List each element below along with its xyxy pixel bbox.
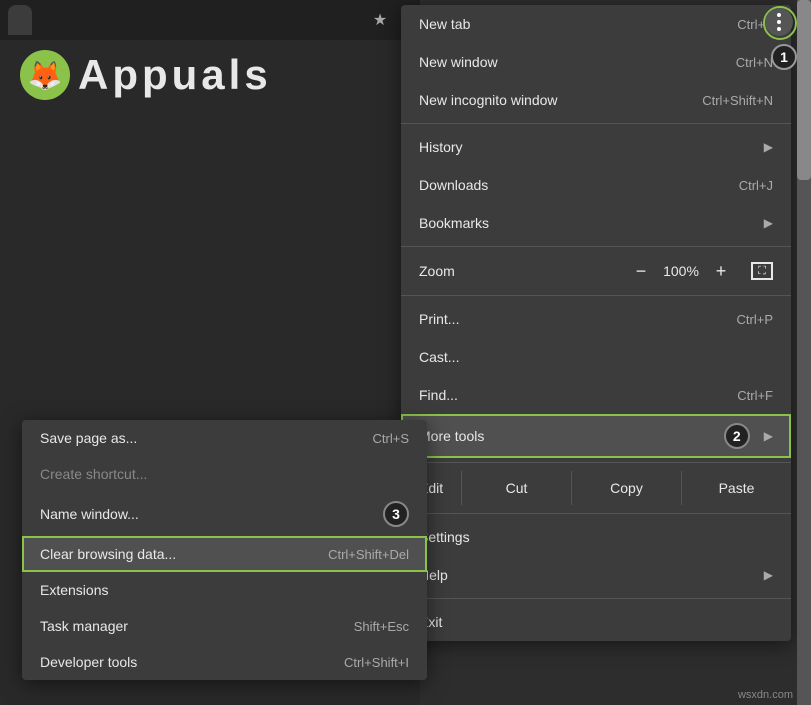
bookmarks-arrow: ▶ [764,216,773,230]
menu-item-more-tools[interactable]: More tools 2 ▶ [401,414,791,458]
zoom-fullscreen-button[interactable]: ⛶ [751,262,773,280]
dot2 [777,20,781,24]
star-icon[interactable]: ★ [370,10,390,30]
main-menu-panel: New tab Ctrl+T New window Ctrl+N New inc… [401,5,791,641]
task-manager-label: Task manager [40,618,128,634]
menu-item-bookmarks[interactable]: Bookmarks ▶ [401,204,791,242]
menu-item-exit[interactable]: Exit [401,603,791,641]
zoom-decrease-button[interactable]: − [629,259,653,283]
extensions-label: Extensions [40,582,108,598]
separator1 [401,123,791,124]
watermark: wsxdn.com [738,689,793,701]
new-incognito-shortcut: Ctrl+Shift+N [702,93,773,108]
task-manager-shortcut: Shift+Esc [354,619,409,634]
find-shortcut: Ctrl+F [737,388,773,403]
submenu-item-task-manager[interactable]: Task manager Shift+Esc [22,608,427,644]
history-label: History [419,139,463,155]
history-arrow: ▶ [764,140,773,154]
new-window-shortcut: Ctrl+N [736,55,773,70]
separator3 [401,295,791,296]
more-tools-arrow: ▶ [764,429,773,443]
name-window-label: Name window... [40,506,139,522]
print-shortcut: Ctrl+P [737,312,773,327]
zoom-label: Zoom [419,263,629,279]
create-shortcut-label: Create shortcut... [40,466,147,482]
step3-badge: 3 [383,501,409,527]
menu-item-find[interactable]: Find... Ctrl+F [401,376,791,414]
paste-button[interactable]: Paste [681,471,791,505]
save-page-shortcut: Ctrl+S [373,431,409,446]
submenu-item-extensions[interactable]: Extensions [22,572,427,608]
clear-browsing-shortcut: Ctrl+Shift+Del [328,547,409,562]
scrollbar[interactable] [797,0,811,705]
step2-badge: 2 [724,423,750,449]
dot1 [777,13,781,17]
developer-tools-shortcut: Ctrl+Shift+I [344,655,409,670]
submenu-item-create-shortcut[interactable]: Create shortcut... [22,456,427,492]
menu-item-new-incognito[interactable]: New incognito window Ctrl+Shift+N [401,81,791,119]
step1-badge: 1 [771,44,797,70]
appuals-logo-area: 🦊 Appuals [20,50,272,100]
zoom-increase-button[interactable]: + [709,259,733,283]
zoom-row: Zoom − 100% + ⛶ [401,251,791,291]
new-incognito-label: New incognito window [419,92,558,108]
print-label: Print... [419,311,459,327]
save-page-label: Save page as... [40,430,137,446]
zoom-controls: − 100% + ⛶ [629,259,773,283]
submenu-panel: Save page as... Ctrl+S Create shortcut..… [22,420,427,680]
three-dots-menu-button[interactable] [765,8,793,36]
help-arrow: ▶ [764,568,773,582]
fullscreen-icon: ⛶ [758,265,766,278]
menu-item-new-tab[interactable]: New tab Ctrl+T [401,5,791,43]
appuals-logo-icon: 🦊 [20,50,70,100]
more-tools-label: More tools [419,428,484,444]
new-tab-label: New tab [419,16,470,32]
submenu-item-save-page[interactable]: Save page as... Ctrl+S [22,420,427,456]
menu-item-print[interactable]: Print... Ctrl+P [401,300,791,338]
menu-item-cast[interactable]: Cast... [401,338,791,376]
clear-browsing-label: Clear browsing data... [40,546,176,562]
submenu-item-name-window[interactable]: Name window... 3 [22,492,427,536]
copy-button[interactable]: Copy [571,471,681,505]
downloads-shortcut: Ctrl+J [739,178,773,193]
developer-tools-label: Developer tools [40,654,137,670]
find-label: Find... [419,387,458,403]
separator4 [401,462,791,463]
tab-bar [0,0,420,40]
edit-row: Edit Cut Copy Paste [401,467,791,509]
downloads-label: Downloads [419,177,488,193]
menu-item-settings[interactable]: Settings [401,518,791,556]
submenu-item-clear-browsing[interactable]: Clear browsing data... Ctrl+Shift+Del [22,536,427,572]
separator5 [401,513,791,514]
bookmarks-label: Bookmarks [419,215,489,231]
menu-item-new-window[interactable]: New window Ctrl+N [401,43,791,81]
menu-item-downloads[interactable]: Downloads Ctrl+J [401,166,791,204]
menu-item-help[interactable]: Help ▶ [401,556,791,594]
appuals-title: Appuals [78,51,272,99]
active-tab[interactable] [8,5,32,35]
menu-item-history[interactable]: History ▶ [401,128,791,166]
zoom-value: 100% [663,263,699,279]
cut-button[interactable]: Cut [461,471,571,505]
cast-label: Cast... [419,349,459,365]
dot3 [777,27,781,31]
scrollbar-thumb[interactable] [797,0,811,180]
new-window-label: New window [419,54,498,70]
separator2 [401,246,791,247]
separator6 [401,598,791,599]
submenu-item-developer-tools[interactable]: Developer tools Ctrl+Shift+I [22,644,427,680]
